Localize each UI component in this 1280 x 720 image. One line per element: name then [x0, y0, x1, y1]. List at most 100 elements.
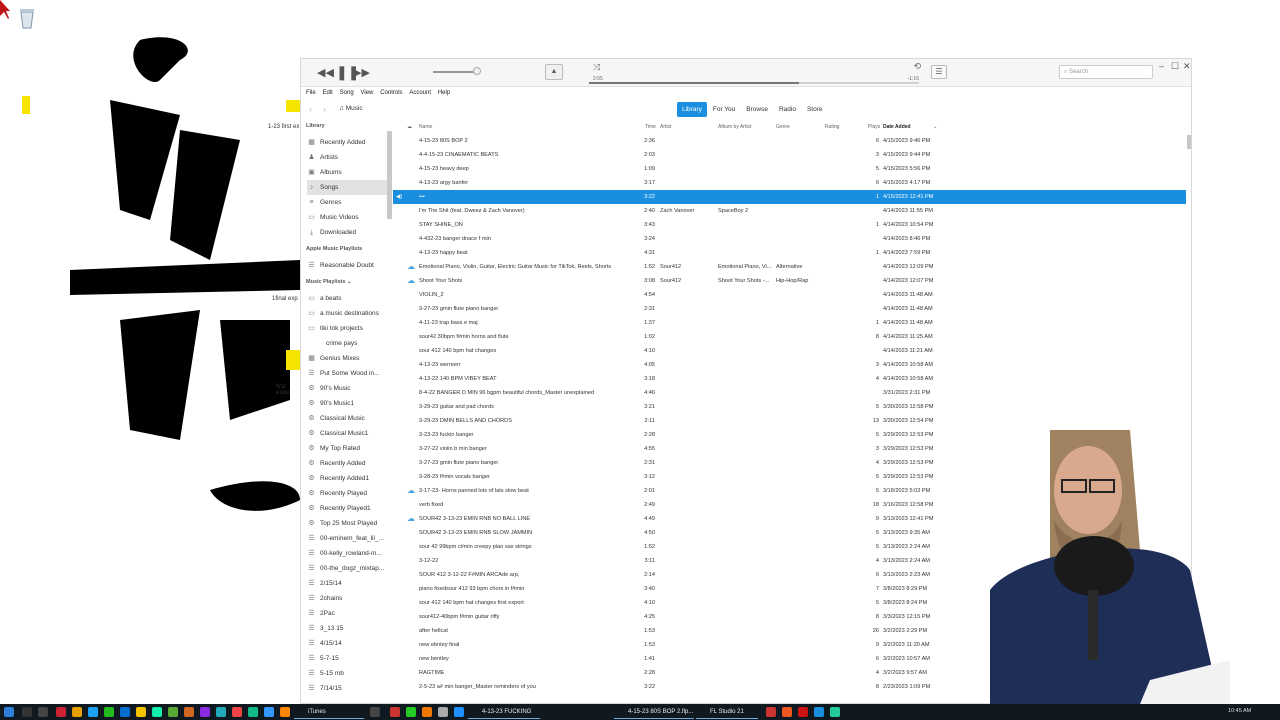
app-pin-icon[interactable] [248, 707, 258, 717]
file-explorer-icon[interactable] [72, 707, 82, 717]
app-pin-icon[interactable] [200, 707, 210, 717]
tab-for-you[interactable]: For You [708, 102, 740, 117]
airplay-icon[interactable]: ▲ [545, 64, 563, 80]
song-row[interactable]: I'm The Shit (feat. Dweez & Zach Vanover… [393, 204, 1186, 218]
fast-forward-icon[interactable]: ▶▶ [353, 66, 370, 79]
column-album-artist[interactable]: Album by Artist [718, 124, 751, 130]
sidebar-item[interactable]: ⚙ Recently Played1 [307, 501, 387, 516]
repeat-icon[interactable]: ⟲ [913, 61, 921, 72]
app-pin-icon[interactable] [216, 707, 226, 717]
sidebar-item[interactable]: ☰ 5-15 mb [307, 666, 387, 681]
sidebar-item[interactable]: ☰ Reasonable Doubt [307, 258, 387, 273]
song-row[interactable]: ◀) ••• 3:22 1 4/15/2023 12:41 PM [393, 190, 1186, 204]
sidebar-item[interactable]: ⤓ Downloaded [307, 225, 387, 240]
sidebar-item[interactable]: ☰ 3_13 15 [307, 621, 387, 636]
song-row[interactable]: 4-15-23 80S BOP 2 2:36 6 4/15/2023 9:46 PM [393, 134, 1186, 148]
sidebar-item[interactable]: ▦ Genius Mixes [307, 351, 387, 366]
tab-browse[interactable]: Browse [741, 102, 773, 117]
search-input[interactable]: ⌕ Search [1059, 65, 1153, 79]
sidebar-item[interactable]: ⚙ 90's Music1 [307, 396, 387, 411]
app-pin-icon[interactable] [280, 707, 290, 717]
app-pin-icon[interactable] [766, 707, 776, 717]
sidebar-item[interactable]: ☰ 4/15/14 [307, 636, 387, 651]
volume-knob[interactable] [473, 67, 481, 75]
menu-help[interactable]: Help [438, 87, 450, 99]
sidebar-item[interactable]: ≡ Genres [307, 195, 387, 210]
song-row[interactable]: ☁ Emotional Piano, Violin, Guitar, Electr… [393, 260, 1186, 274]
sidebar-item[interactable]: ☰ Put Some Wood in... [307, 366, 387, 381]
close-button[interactable]: ✕ [1183, 61, 1191, 72]
column-artist[interactable]: Artist [660, 124, 671, 130]
taskbar-itunes[interactable]: iTunes [294, 705, 364, 719]
app-pin-icon[interactable] [184, 707, 194, 717]
sidebar-item[interactable]: ⚙ Recently Added [307, 456, 387, 471]
sidebar-item[interactable]: ☰ 2/15/14 [307, 576, 387, 591]
menu-view[interactable]: View [360, 87, 373, 99]
cloud-column-icon[interactable]: ☁ [407, 124, 412, 130]
app-pin-icon[interactable] [438, 707, 448, 717]
sidebar-item[interactable]: ⚙ Classical Music [307, 411, 387, 426]
desktop-file-label[interactable]: 1final exp [272, 296, 298, 302]
app-pin-icon[interactable] [168, 707, 178, 717]
app-pin-icon[interactable] [814, 707, 824, 717]
sidebar-item[interactable]: ☰ 00-eminem_feat_lil_... [307, 531, 387, 546]
file-icon[interactable] [22, 96, 30, 114]
app-pin-icon[interactable] [56, 707, 66, 717]
taskbar-window[interactable]: 4-15-23 80S BOP 2.flp... [614, 705, 694, 719]
song-row[interactable]: 4-13-23 werreerr 4:05 3 4/14/2023 10:58 AM [393, 358, 1186, 372]
search-taskbar-icon[interactable] [22, 707, 32, 717]
app-pin-icon[interactable] [88, 707, 98, 717]
tab-store[interactable]: Store [802, 102, 828, 117]
shuffle-icon[interactable]: ⤨ [593, 62, 600, 73]
column-genre[interactable]: Genre [776, 124, 790, 130]
song-row[interactable]: STAY SHINE_ON 3:43 1 4/14/2023 10:54 PM [393, 218, 1186, 232]
taskbar-window[interactable]: 4-13-23 FUCKING CR... [468, 705, 540, 719]
song-row[interactable]: 4-4-15-23 CINAEMATIC BEATS 2:03 3 4/15/2023… [393, 148, 1186, 162]
menu-song[interactable]: Song [340, 87, 354, 99]
maximize-button[interactable]: ☐ [1171, 61, 1179, 72]
song-row[interactable]: sour 412 140 bpm hat changes 4:10 4/14/202… [393, 344, 1186, 358]
sidebar-item[interactable]: ☰ 00-kelly_rowland-m... [307, 546, 387, 561]
menu-file[interactable]: File [306, 87, 316, 99]
sidebar-item[interactable]: ▭ a beats [307, 291, 387, 306]
taskbar-fl-studio[interactable]: FL Studio 21 [696, 705, 758, 719]
app-pin-icon[interactable] [120, 707, 130, 717]
cloud-download-icon[interactable]: ☁ [407, 512, 415, 526]
sidebar-item[interactable]: ▭ tiki tok projects [307, 321, 387, 336]
sidebar-item[interactable]: ☰ 7/14/15 [307, 681, 387, 696]
column-name[interactable]: Name [419, 124, 432, 130]
start-icon[interactable] [4, 707, 14, 717]
song-row[interactable]: VIOLIN_2 4:54 4/14/2023 11:48 AM [393, 288, 1186, 302]
sidebar-item[interactable]: ♟ Artists [307, 150, 387, 165]
forward-arrow-icon[interactable]: › [323, 104, 326, 114]
rewind-icon[interactable]: ◀◀ [317, 66, 334, 79]
song-row[interactable]: 8-4-22 BANGER D MIN 96 bgpm beautiful ch… [393, 386, 1186, 400]
app-pin-icon[interactable] [782, 707, 792, 717]
tab-radio[interactable]: Radio [774, 102, 801, 117]
list-scrollbar[interactable] [1187, 135, 1191, 149]
sidebar-item[interactable]: crime pays [313, 336, 393, 351]
minimize-button[interactable]: – [1159, 61, 1164, 71]
app-pin-icon[interactable] [104, 707, 114, 717]
sidebar-item[interactable]: ▦ Recently Added [307, 135, 387, 150]
sidebar-item[interactable]: ⚙ Recently Added1 [307, 471, 387, 486]
up-next-list-icon[interactable]: ☰ [931, 65, 947, 79]
app-pin-icon[interactable] [390, 707, 400, 717]
recycle-bin-icon[interactable] [18, 6, 36, 30]
column-rating[interactable]: Rating [825, 124, 839, 130]
menu-edit[interactable]: Edit [322, 87, 332, 99]
cloud-download-icon[interactable]: ☁ [407, 260, 415, 274]
song-row[interactable]: 4-13-23 happy beat 4:31 1 4/14/2023 7:59 PM [393, 246, 1186, 260]
sidebar-item[interactable]: ☰ 00-the_dogz_mixtap... [307, 561, 387, 576]
song-row[interactable]: sour42 30bpm f#min horns and flute 1:02 8 4… [393, 330, 1186, 344]
column-date-added[interactable]: Date Added [883, 124, 911, 130]
song-row[interactable]: 3-29-23 guitar and pad chords 3:21 5 3/30/2… [393, 400, 1186, 414]
sidebar-item[interactable]: ⚙ Classical Music1 [307, 426, 387, 441]
task-view-icon[interactable] [38, 707, 48, 717]
app-pin-icon[interactable] [454, 707, 464, 717]
app-pin-icon[interactable] [406, 707, 416, 717]
app-pin-icon[interactable] [264, 707, 274, 717]
song-row[interactable]: 4-432-23 banger dnace f min 3:24 4/14/2023… [393, 232, 1186, 246]
sidebar-scrollbar[interactable] [387, 131, 392, 219]
song-row[interactable]: ☁ Shoot Your Shots 3:08 Sour412 Shoot Your S… [393, 274, 1186, 288]
